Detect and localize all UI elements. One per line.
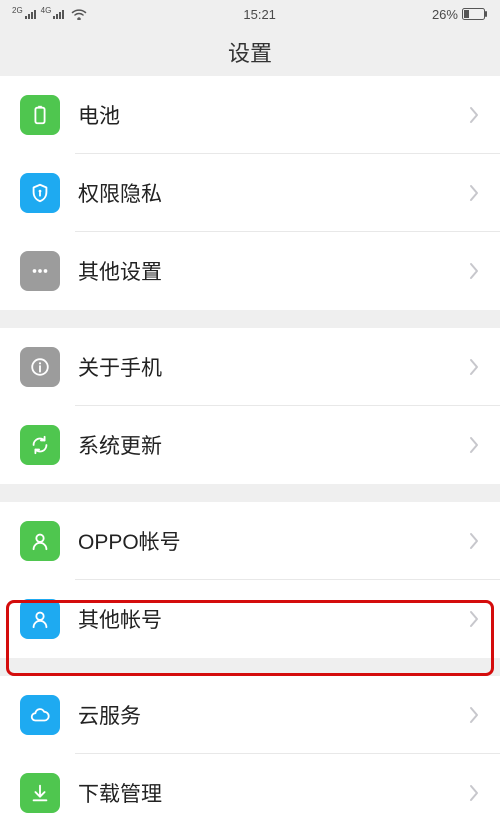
settings-item-label: 关于手机	[78, 352, 468, 382]
settings-item-update[interactable]: 系统更新	[0, 406, 500, 484]
settings-item-about[interactable]: 关于手机	[0, 328, 500, 406]
wifi-icon	[71, 8, 87, 20]
cloud-icon	[20, 695, 60, 735]
settings-item-battery[interactable]: 电池	[0, 76, 500, 154]
signal-2g-label: 2G	[12, 6, 23, 15]
chevron-right-icon	[468, 357, 480, 377]
settings-item-download[interactable]: 下载管理	[0, 754, 500, 832]
settings-item-label: 其他设置	[78, 256, 468, 286]
battery-pct-label: 26%	[432, 7, 458, 22]
settings-item-accounts[interactable]: 其他帐号	[0, 580, 500, 658]
status-left: 2G 4G	[12, 8, 87, 20]
settings-item-other[interactable]: 其他设置	[0, 232, 500, 310]
signal-4g-label: 4G	[41, 6, 52, 15]
signal-icon	[25, 9, 39, 19]
user-icon	[20, 599, 60, 639]
chevron-right-icon	[468, 609, 480, 629]
group-separator	[0, 658, 500, 676]
page-title-bar: 设置	[0, 28, 500, 76]
settings-item-label: 下载管理	[78, 778, 468, 808]
settings-item-label: OPPO帐号	[78, 526, 468, 556]
chevron-right-icon	[468, 705, 480, 725]
settings-item-oppo[interactable]: OPPO帐号	[0, 502, 500, 580]
group-separator	[0, 484, 500, 502]
chevron-right-icon	[468, 531, 480, 551]
chevron-right-icon	[468, 105, 480, 125]
info-icon	[20, 347, 60, 387]
chevron-right-icon	[468, 261, 480, 281]
settings-item-label: 云服务	[78, 700, 468, 730]
chevron-right-icon	[468, 183, 480, 203]
status-time: 15:21	[243, 7, 276, 22]
group-separator	[0, 310, 500, 328]
settings-item-label: 系统更新	[78, 430, 468, 460]
battery-icon	[462, 8, 488, 20]
settings-item-privacy[interactable]: 权限隐私	[0, 154, 500, 232]
status-bar: 2G 4G 15:21 26%	[0, 0, 500, 28]
dots-icon	[20, 251, 60, 291]
signal-icon	[53, 9, 67, 19]
chevron-right-icon	[468, 435, 480, 455]
settings-item-label: 电池	[78, 100, 468, 130]
refresh-icon	[20, 425, 60, 465]
status-right: 26%	[432, 7, 488, 22]
shield-icon	[20, 173, 60, 213]
settings-item-label: 其他帐号	[78, 604, 468, 634]
user-icon	[20, 521, 60, 561]
battery-icon	[20, 95, 60, 135]
settings-item-cloud[interactable]: 云服务	[0, 676, 500, 754]
page-title: 设置	[228, 36, 272, 68]
download-icon	[20, 773, 60, 813]
chevron-right-icon	[468, 783, 480, 803]
settings-item-label: 权限隐私	[78, 178, 468, 208]
